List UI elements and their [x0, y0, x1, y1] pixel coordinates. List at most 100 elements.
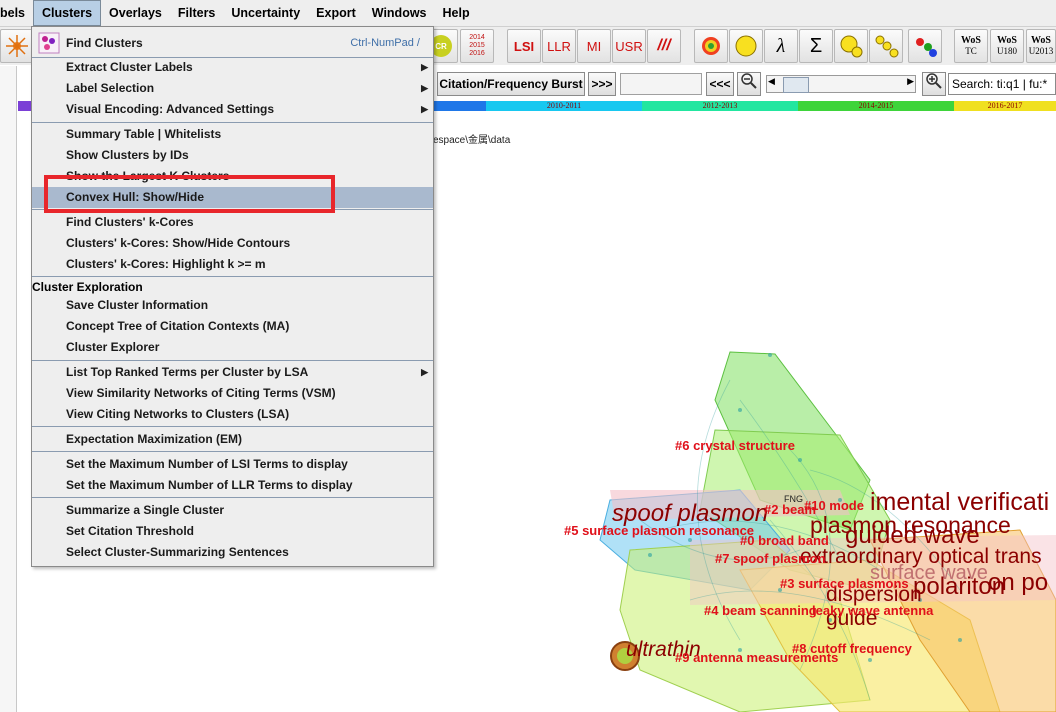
search-input[interactable]: Search: ti:q1 | fu:* — [948, 73, 1056, 95]
multi-dots-icon — [875, 35, 899, 58]
menu-item-label: Expectation Maximization (EM) — [66, 432, 243, 446]
color-dots-button[interactable] — [908, 29, 942, 63]
lsi-button[interactable]: LSI — [507, 29, 541, 63]
ring-icon — [702, 37, 720, 55]
menu-item-label: Clusters' k-Cores: Show/Hide Contours — [66, 236, 291, 250]
slider-left-arrow[interactable]: ◀ — [768, 76, 775, 87]
zoom-out-button[interactable] — [737, 72, 761, 96]
menu-separator — [32, 360, 433, 361]
slice-field[interactable] — [620, 73, 702, 95]
menu-item-label: Show Clusters by IDs — [66, 148, 189, 162]
menu-item-visual-encoding[interactable]: Visual Encoding: Advanced Settings ▶ — [32, 99, 433, 120]
cluster-label-7[interactable]: #7 spoof plasmon — [715, 551, 826, 566]
llr-button[interactable]: LLR — [542, 29, 576, 63]
cluster-label-3[interactable]: #3 surface plasmons — [780, 576, 909, 591]
zoom-in-icon — [926, 73, 942, 89]
section-header-cluster-exploration: Cluster Exploration — [32, 280, 143, 294]
menu-item-label: View Citing Networks to Clusters (LSA) — [66, 407, 290, 421]
menu-item-cluster-summarizing-sentences[interactable]: Select Cluster-Summarizing Sentences — [32, 542, 433, 563]
menu-item-list-top-terms-lsa[interactable]: List Top Ranked Terms per Cluster by LSA… — [32, 362, 433, 383]
zoom-out-icon — [741, 73, 757, 89]
menu-item-max-llr-terms[interactable]: Set the Maximum Number of LLR Terms to d… — [32, 475, 433, 496]
menu-uncertainty[interactable]: Uncertainty — [223, 0, 308, 26]
years-label-1: 2014 — [469, 34, 485, 41]
timeline-seg-3: 2012-2013 — [642, 101, 798, 111]
control-row: Citation/Frequency Burst >>> <<< ◀ ▶ Sea… — [430, 72, 1056, 98]
menu-separator — [32, 451, 433, 452]
clusters-button[interactable] — [834, 29, 868, 63]
ring-button[interactable] — [694, 29, 728, 63]
menu-overlays[interactable]: Overlays — [101, 0, 170, 26]
blob-button[interactable] — [729, 29, 763, 63]
clusters-yellow-icon — [840, 35, 863, 58]
slash-button[interactable]: /// — [647, 29, 681, 63]
menubar: bels Clusters Overlays Filters Uncertain… — [0, 0, 1056, 27]
menu-item-label: Set Citation Threshold — [66, 524, 195, 538]
menu-item-label-selection[interactable]: Label Selection ▶ — [32, 78, 433, 99]
cluster-label-1[interactable]: leaky wave antenna — [812, 603, 933, 618]
cluster-label-10[interactable]: #10 mode — [804, 498, 864, 513]
menu-item-citing-networks-lsa[interactable]: View Citing Networks to Clusters (LSA) — [32, 404, 433, 425]
menu-item-expectation-maximization[interactable]: Expectation Maximization (EM) — [32, 429, 433, 450]
menu-item-k-cores-highlight[interactable]: Clusters' k-Cores: Highlight k >= m — [32, 254, 433, 275]
menu-filters[interactable]: Filters — [170, 0, 224, 26]
menu-item-extract-cluster-labels[interactable]: Extract Cluster Labels ▶ — [32, 57, 433, 78]
cluster-label-4[interactable]: #4 beam scanning — [704, 603, 817, 618]
cluster-visualization[interactable]: imental verificati spoof plasmon plasmon… — [540, 340, 1056, 712]
lambda-button[interactable]: λ — [764, 29, 798, 63]
wos-u2013-button[interactable]: WoS U2013 — [1026, 29, 1056, 63]
submenu-arrow-icon: ▶ — [421, 83, 428, 93]
menu-item-find-k-cores[interactable]: Find Clusters' k-Cores — [32, 212, 433, 233]
menu-item-label: Cluster Explorer — [66, 340, 160, 354]
menu-clusters[interactable]: Clusters — [33, 0, 102, 26]
slider-thumb[interactable] — [783, 77, 809, 93]
term-on-po: on po — [988, 569, 1049, 596]
sun-button[interactable] — [0, 29, 34, 63]
zoom-in-button[interactable] — [922, 72, 946, 96]
prev-button[interactable]: <<< — [706, 72, 734, 96]
menu-item-label: Find Clusters — [66, 36, 143, 50]
menu-item-k-cores-contours[interactable]: Clusters' k-Cores: Show/Hide Contours — [32, 233, 433, 254]
years-button[interactable]: 2014 2015 2016 — [460, 29, 494, 63]
submenu-arrow-icon: ▶ — [421, 62, 428, 72]
menu-item-max-lsi-terms[interactable]: Set the Maximum Number of LSI Terms to d… — [32, 454, 433, 475]
menu-separator — [32, 122, 433, 123]
menu-item-similarity-networks-vsm[interactable]: View Similarity Networks of Citing Terms… — [32, 383, 433, 404]
color-dots-icon — [916, 38, 937, 57]
next-button[interactable]: >>> — [588, 72, 616, 96]
citation-burst-button[interactable]: Citation/Frequency Burst — [437, 72, 585, 96]
wos-tc-bottom: TC — [965, 46, 977, 56]
slider-right-arrow[interactable]: ▶ — [907, 76, 914, 87]
blob-icon — [735, 35, 757, 57]
cluster-label-9[interactable]: #9 antenna measurements — [675, 650, 838, 665]
sigma-button[interactable]: Σ — [799, 29, 833, 63]
cluster-label-6[interactable]: #6 crystal structure — [675, 438, 795, 453]
left-panel — [0, 66, 17, 712]
clusters-dropdown-menu: Find Clusters Ctrl-NumPad / Extract Clus… — [31, 26, 434, 567]
menu-labels[interactable]: bels — [0, 0, 33, 26]
timeline-seg-4: 2014-2015 — [798, 101, 954, 111]
zoom-slider[interactable]: ◀ ▶ — [766, 75, 916, 93]
multi-clusters-button[interactable] — [869, 29, 903, 63]
menu-item-save-cluster-info[interactable]: Save Cluster Information — [32, 295, 433, 316]
cluster-label-5[interactable]: #5 surface plasmon resonance — [564, 523, 754, 538]
menu-item-summary-table[interactable]: Summary Table | Whitelists — [32, 124, 433, 145]
usr-button[interactable]: USR — [612, 29, 646, 63]
wos-u180-top: WoS — [996, 35, 1017, 46]
menu-item-label: Set the Maximum Number of LSI Terms to d… — [66, 457, 348, 471]
menu-item-citation-threshold[interactable]: Set Citation Threshold — [32, 521, 433, 542]
wos-u2013-bottom: U2013 — [1028, 46, 1054, 56]
menu-item-summarize-single-cluster[interactable]: Summarize a Single Cluster — [32, 500, 433, 521]
wos-u180-button[interactable]: WoS U180 — [990, 29, 1024, 63]
menu-help[interactable]: Help — [435, 0, 478, 26]
menu-item-find-clusters[interactable]: Find Clusters Ctrl-NumPad / — [32, 31, 433, 55]
sun-icon — [6, 35, 28, 57]
cluster-label-0[interactable]: #0 broad band — [740, 533, 829, 548]
menu-windows[interactable]: Windows — [364, 0, 435, 26]
menu-item-concept-tree[interactable]: Concept Tree of Citation Contexts (MA) — [32, 316, 433, 337]
menu-item-show-clusters-by-ids[interactable]: Show Clusters by IDs — [32, 145, 433, 166]
menu-item-cluster-explorer[interactable]: Cluster Explorer — [32, 337, 433, 358]
menu-export[interactable]: Export — [308, 0, 364, 26]
mi-button[interactable]: MI — [577, 29, 611, 63]
wos-tc-button[interactable]: WoS TC — [954, 29, 988, 63]
